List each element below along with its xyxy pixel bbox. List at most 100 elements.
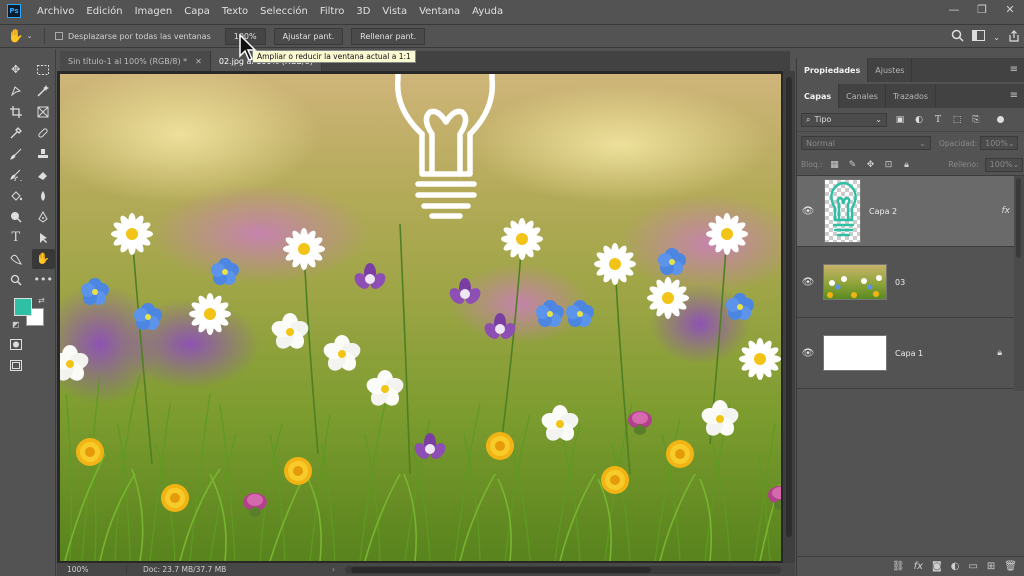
hand-tool-preset[interactable]: ✋ ⌄ (0, 29, 40, 44)
document-size[interactable]: Doc: 23.7 MB/37.7 MB (127, 565, 332, 574)
history-brush-icon[interactable] (4, 165, 28, 185)
menu-texto[interactable]: Texto (216, 6, 254, 17)
lock-all-icon[interactable]: 🔒︎ (901, 160, 913, 170)
horizontal-scrollbar[interactable] (345, 565, 781, 574)
search-icon[interactable] (951, 29, 964, 45)
share-icon[interactable] (1008, 29, 1020, 45)
restore-button[interactable]: ❐ (968, 0, 996, 18)
scroll-thumb[interactable] (786, 77, 792, 537)
frame-tool-icon[interactable] (32, 102, 56, 122)
zoom-tool-icon[interactable] (4, 270, 28, 290)
paint-bucket-icon[interactable] (4, 186, 28, 206)
crop-tool-icon[interactable] (4, 102, 28, 122)
panel-menu-icon[interactable]: ≡ (1010, 64, 1018, 75)
menu-imagen[interactable]: Imagen (129, 6, 179, 17)
image-filter-icon[interactable]: ▣ (894, 115, 906, 125)
tab-propiedades[interactable]: Propiedades (797, 58, 869, 82)
dodge-tool-icon[interactable] (4, 207, 28, 227)
menu-seleccion[interactable]: Selección (254, 6, 314, 17)
layer-03[interactable]: 👁︎ 03 (797, 247, 1024, 318)
workspace-icon[interactable] (972, 30, 986, 44)
close-button[interactable]: ✕ (996, 0, 1024, 18)
tab-trazados[interactable]: Trazados (886, 84, 937, 108)
add-mask-icon[interactable]: ◙ (932, 561, 942, 572)
vertical-scrollbar[interactable] (783, 71, 795, 564)
fill-input[interactable]: 100% ⌄ (984, 157, 1023, 172)
menu-ayuda[interactable]: Ayuda (466, 6, 509, 17)
link-layers-icon[interactable]: ⛓︎ (892, 561, 905, 572)
menu-vista[interactable]: Vista (376, 6, 413, 17)
new-adjustment-layer-icon[interactable]: ◐ (951, 561, 960, 572)
layers-scrollbar[interactable] (1014, 176, 1024, 391)
scroll-thumb[interactable] (351, 566, 651, 573)
quick-mask-icon[interactable] (4, 335, 28, 355)
tab-capas[interactable]: Capas (797, 84, 840, 108)
adjustment-filter-icon[interactable]: ◐ (913, 115, 925, 125)
photoshop-logo[interactable]: Ps (7, 4, 21, 18)
layer-capa-1[interactable]: 👁︎ Capa 1 🔒︎ (797, 318, 1024, 389)
hand-tool-icon[interactable]: ✋ (31, 248, 55, 269)
opacity-input[interactable]: 100% ⌄ (980, 136, 1019, 150)
blend-mode-select[interactable]: Normal ⌄ (801, 136, 931, 150)
screen-mode-icon[interactable] (4, 356, 28, 376)
lock-pixels-icon[interactable]: ✎ (847, 160, 859, 170)
magic-wand-icon[interactable] (32, 81, 56, 101)
tab-sin-titulo[interactable]: Sin título-1 al 100% (RGB/8) * ✕ (60, 51, 211, 71)
type-filter-icon[interactable]: T (932, 115, 944, 125)
lock-transparency-icon[interactable]: ▦ (829, 160, 841, 170)
fit-screen-button[interactable]: Ajustar pant. (273, 27, 344, 45)
smart-object-filter-icon[interactable]: ⎘ (970, 115, 982, 125)
chevron-right-icon[interactable]: › (332, 565, 335, 574)
blur-tool-icon[interactable] (32, 186, 56, 206)
canvas-area[interactable] (57, 71, 795, 564)
path-selection-icon[interactable] (32, 228, 56, 248)
eyedropper-icon[interactable] (4, 123, 28, 143)
add-layer-style-icon[interactable]: fx (914, 561, 923, 572)
zoom-level[interactable]: 100% (57, 565, 127, 574)
tab-ajustes[interactable]: Ajustes (868, 58, 913, 82)
foreground-color-swatch[interactable] (14, 298, 32, 316)
move-tool-icon[interactable]: ✥ (4, 60, 28, 80)
brush-tool-icon[interactable] (4, 144, 28, 164)
tab-canales[interactable]: Canales (839, 84, 886, 108)
healing-brush-icon[interactable] (32, 123, 56, 143)
stamp-tool-icon[interactable] (32, 144, 56, 164)
type-tool-icon[interactable]: T (4, 228, 28, 248)
menu-filtro[interactable]: Filtro (314, 6, 351, 17)
new-layer-icon[interactable]: ⊞ (987, 561, 995, 572)
layer-effects-icon[interactable]: fx (1002, 206, 1011, 216)
pen-tool-icon[interactable] (32, 207, 56, 227)
fill-screen-button[interactable]: Rellenar pant. (351, 27, 426, 45)
checkbox-box[interactable] (55, 32, 63, 40)
menu-edicion[interactable]: Edición (80, 6, 128, 17)
more-tools-icon[interactable]: ••• (32, 270, 56, 290)
scroll-all-windows-checkbox[interactable]: Desplazarse por todas las ventanas (55, 32, 211, 41)
panel-menu-icon[interactable]: ≡ (1010, 90, 1018, 101)
lock-position-icon[interactable]: ✥ (865, 160, 877, 170)
visibility-eye-icon[interactable]: 👁︎ (797, 277, 819, 288)
menu-3d[interactable]: 3D (350, 6, 376, 17)
layer-filter-kind[interactable]: ⌕ Tipo ⌄ (801, 112, 887, 127)
marquee-tool-icon[interactable] (32, 60, 56, 80)
delete-layer-icon[interactable]: 🗑︎ (1004, 561, 1017, 572)
visibility-eye-icon[interactable]: 👁︎ (797, 206, 819, 217)
menu-capa[interactable]: Capa (178, 6, 216, 17)
document-image[interactable] (60, 74, 781, 561)
new-group-icon[interactable]: ▭ (968, 561, 977, 572)
shape-filter-icon[interactable]: ⬚ (951, 115, 963, 125)
filter-toggle-icon[interactable] (997, 116, 1004, 123)
lock-artboard-icon[interactable]: ⊡ (883, 160, 895, 170)
menu-archivo[interactable]: Archivo (31, 6, 80, 17)
chevron-down-icon[interactable]: ⌄ (993, 33, 1000, 42)
swap-colors-icon[interactable]: ⇄ (38, 296, 45, 305)
lasso-tool-icon[interactable] (4, 81, 28, 101)
scroll-thumb[interactable] (1016, 178, 1021, 258)
custom-shape-icon[interactable] (4, 249, 28, 269)
close-icon[interactable]: ✕ (195, 57, 202, 66)
visibility-eye-icon[interactable]: 👁︎ (797, 348, 819, 359)
toolbar-grip[interactable] (0, 49, 55, 59)
default-colors-icon[interactable]: ◩ (12, 320, 20, 329)
minimize-button[interactable]: — (940, 0, 968, 18)
layer-lock-icon[interactable]: 🔒︎ (997, 348, 1002, 358)
eraser-tool-icon[interactable] (32, 165, 56, 185)
